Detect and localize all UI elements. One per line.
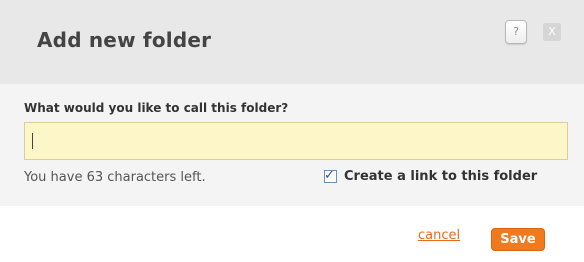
checkmark-icon: ✓ <box>324 168 335 183</box>
folder-name-label: What would you like to call this folder? <box>24 101 289 115</box>
save-button[interactable]: Save <box>491 228 545 251</box>
dialog-header: Add new folder ? X <box>0 0 584 84</box>
add-folder-dialog: Add new folder ? X What would you like t… <box>0 0 584 262</box>
text-cursor <box>32 133 33 149</box>
folder-name-input[interactable] <box>24 122 568 160</box>
close-button[interactable]: X <box>543 23 561 41</box>
cancel-link[interactable]: cancel <box>418 228 460 243</box>
dialog-body: What would you like to call this folder?… <box>0 84 584 206</box>
dialog-footer: cancel Save <box>0 206 584 262</box>
characters-left-text: You have 63 characters left. <box>24 170 206 185</box>
help-button[interactable]: ? <box>505 20 527 44</box>
create-link-label[interactable]: Create a link to this folder <box>344 169 537 184</box>
dialog-title: Add new folder <box>37 28 212 52</box>
create-link-checkbox[interactable]: ✓ <box>324 168 337 183</box>
